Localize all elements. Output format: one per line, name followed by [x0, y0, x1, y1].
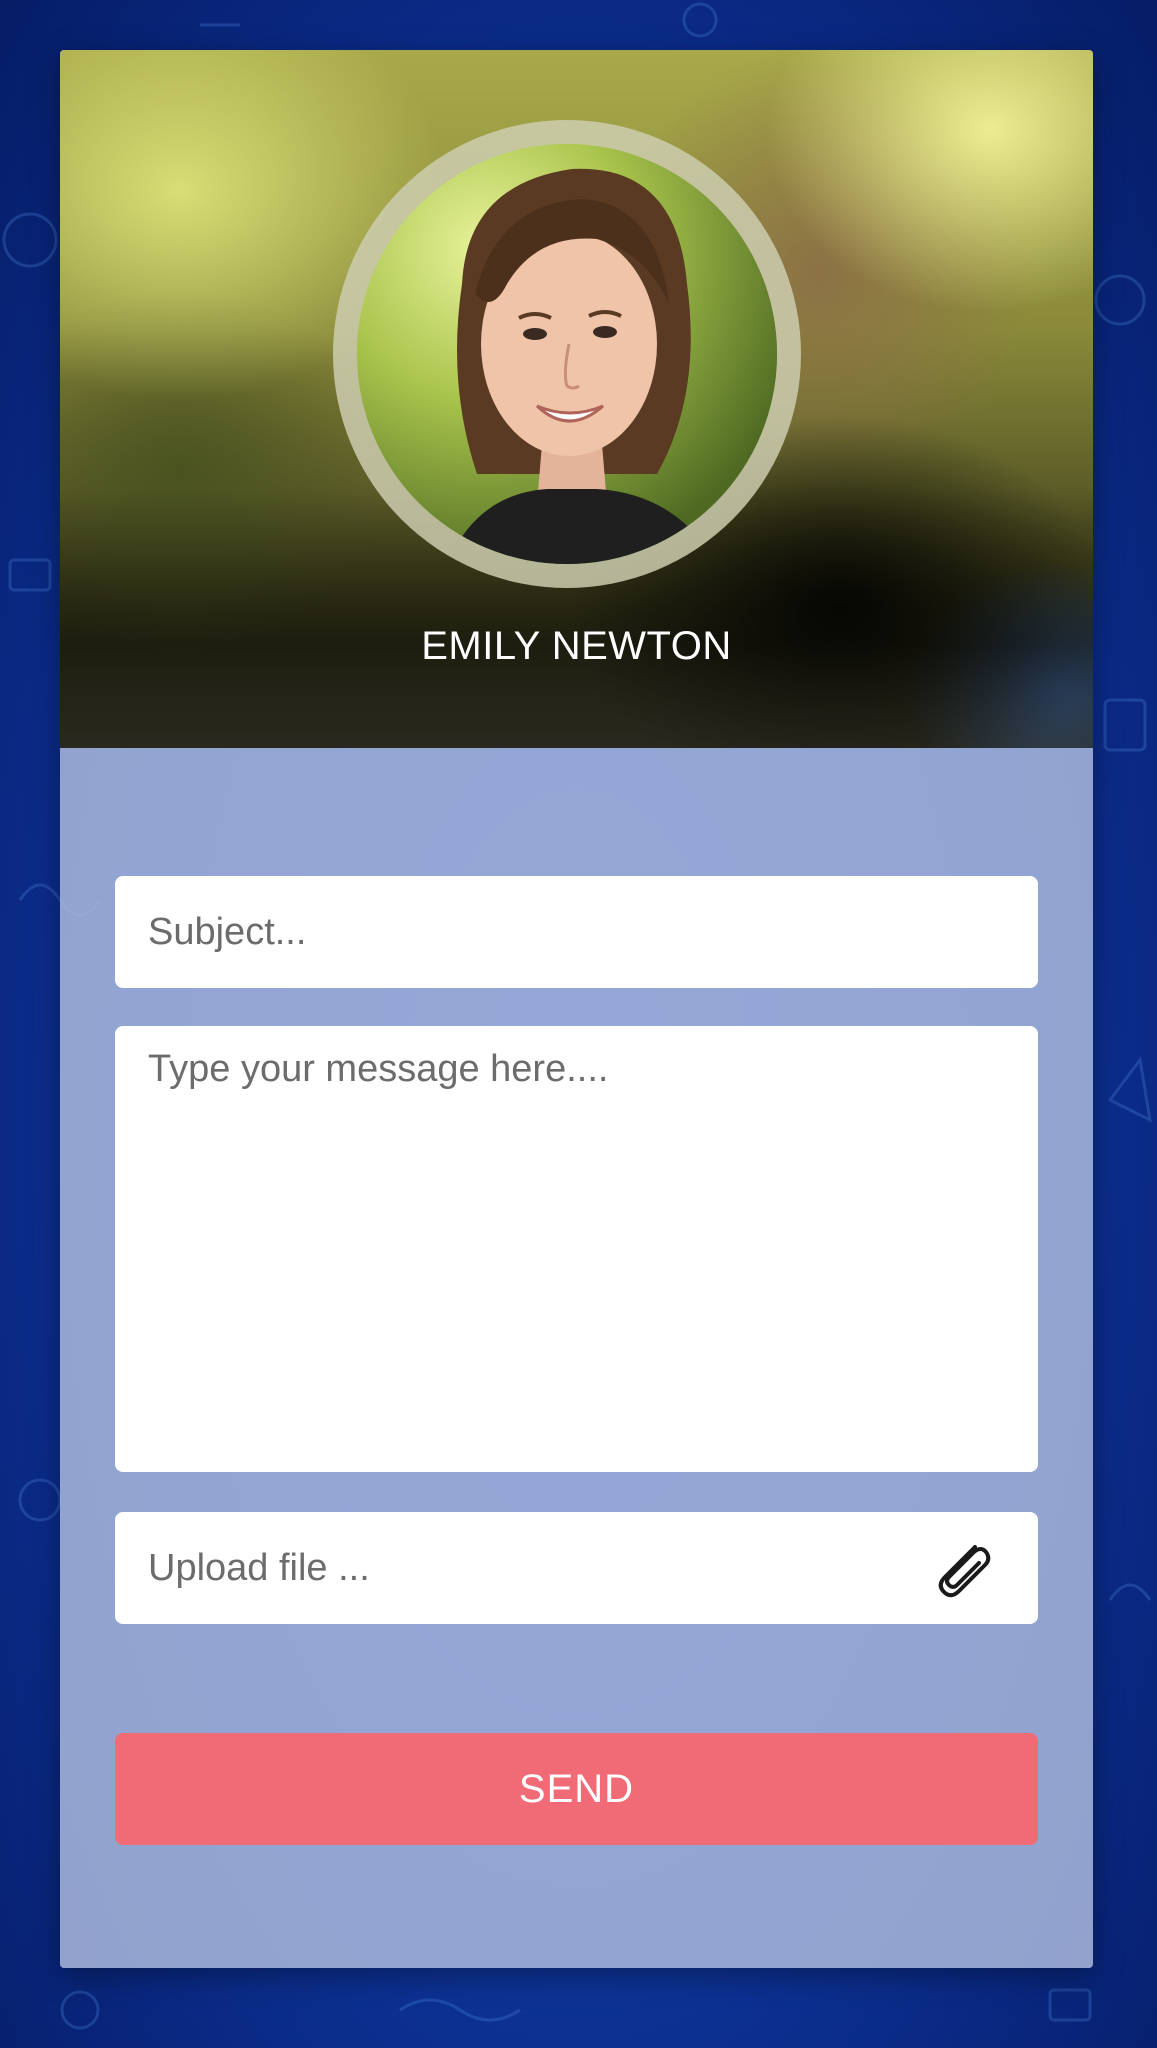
upload-file-field[interactable]: Upload file ...: [115, 1512, 1038, 1624]
subject-input[interactable]: Subject...: [115, 876, 1038, 988]
message-placeholder: Type your message here....: [148, 1048, 609, 1090]
profile-name: EMILY NEWTON: [421, 624, 732, 668]
message-textarea[interactable]: Type your message here....: [115, 1026, 1038, 1472]
paperclip-icon[interactable]: [931, 1535, 997, 1601]
avatar-portrait: [357, 144, 777, 564]
avatar-ring: [333, 120, 801, 588]
profile-header: EMILY NEWTON: [60, 50, 1093, 748]
subject-placeholder: Subject...: [148, 910, 307, 953]
contact-card: EMILY NEWTON Subject... Type your messag…: [60, 50, 1093, 1968]
upload-placeholder: Upload file ...: [148, 1546, 370, 1589]
avatar: [357, 144, 777, 564]
send-button[interactable]: SEND: [115, 1733, 1038, 1845]
